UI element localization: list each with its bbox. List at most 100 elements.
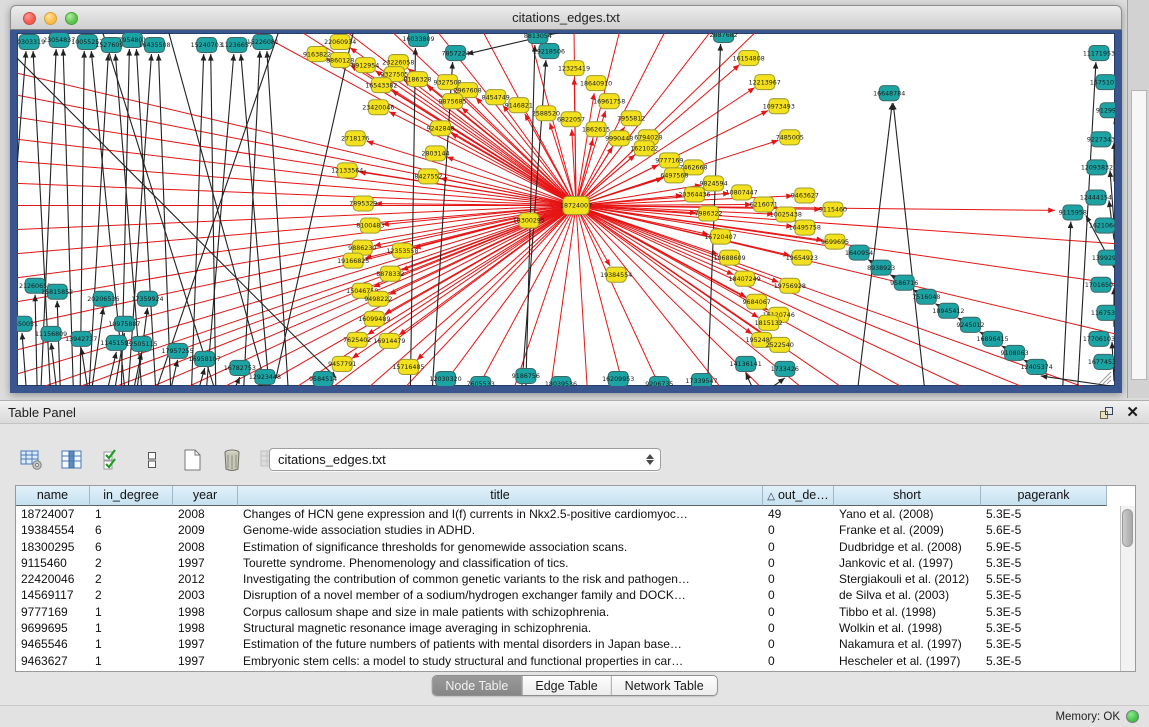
table-row[interactable]: 2242004622012Investigating the contribut… [16, 571, 1120, 587]
new-column-icon[interactable] [178, 447, 205, 473]
table-cell[interactable]: 1 [90, 653, 173, 669]
tab-node-table[interactable]: Node Table [432, 676, 522, 695]
table-cell[interactable]: 1 [90, 604, 173, 620]
table-selector-dropdown[interactable]: citations_edges.txt [269, 448, 661, 471]
table-cell[interactable]: de Silva et al. (2003) [834, 587, 981, 603]
close-button[interactable] [23, 12, 36, 25]
table-cell[interactable]: Disruption of a novel member of a sodium… [238, 587, 763, 603]
table-cell[interactable]: 5.3E-5 [981, 653, 1107, 669]
table-row[interactable]: 946362711997Embryonic stem cells: a mode… [16, 653, 1120, 669]
table-cell[interactable]: 9463627 [16, 653, 90, 669]
table-cell[interactable]: 1998 [173, 620, 238, 636]
close-panel-icon[interactable]: ✕ [1126, 401, 1139, 424]
table-cell[interactable]: 0 [763, 522, 834, 538]
table-row[interactable]: 1872400712008Changes of HCN gene express… [16, 506, 1120, 522]
table-row[interactable]: 946554611997Estimation of the future num… [16, 636, 1120, 652]
table-cell[interactable]: Corpus callosum shape and size in male p… [238, 604, 763, 620]
table-cell[interactable]: 2012 [173, 571, 238, 587]
table-cell[interactable]: 5.9E-5 [981, 539, 1107, 555]
table-cell[interactable]: 5.3E-5 [981, 636, 1107, 652]
table-cell[interactable]: 0 [763, 620, 834, 636]
table-cell[interactable]: 9699695 [16, 620, 90, 636]
table-cell[interactable]: 18300295 [16, 539, 90, 555]
table-cell[interactable]: 9465546 [16, 636, 90, 652]
table-cell[interactable]: 0 [763, 636, 834, 652]
table-cell[interactable]: 2 [90, 555, 173, 571]
table-cell[interactable]: Embryonic stem cells: a model to study s… [238, 653, 763, 669]
column-header-year[interactable]: year [173, 486, 238, 506]
table-cell[interactable]: 0 [763, 571, 834, 587]
minimize-button[interactable] [44, 12, 57, 25]
table-row[interactable]: 911546021997Tourette syndrome. Phenomeno… [16, 555, 1120, 571]
table-cell[interactable]: 1997 [173, 555, 238, 571]
tab-edge-table[interactable]: Edge Table [522, 676, 611, 695]
table-row[interactable]: 977716911998Corpus callosum shape and si… [16, 604, 1120, 620]
table-cell[interactable]: Changes of HCN gene expression and I(f) … [238, 506, 763, 522]
table-cell[interactable]: 2 [90, 571, 173, 587]
column-header-short[interactable]: short [834, 486, 981, 506]
table-settings-icon[interactable] [18, 447, 45, 473]
table-cell[interactable]: 1998 [173, 604, 238, 620]
column-header-in_degree[interactable]: in_degree [90, 486, 173, 506]
table-cell[interactable]: Hescheler et al. (1997) [834, 653, 981, 669]
table-cell[interactable]: Stergiakouli et al. (2012) [834, 571, 981, 587]
table-cell[interactable]: Wolkin et al. (1998) [834, 620, 981, 636]
table-cell[interactable]: Jankovic et al. (1997) [834, 555, 981, 571]
table-row[interactable]: 1456911722003Disruption of a novel membe… [16, 587, 1120, 603]
table-cell[interactable]: 5.3E-5 [981, 587, 1107, 603]
table-cell[interactable]: 0 [763, 604, 834, 620]
table-cell[interactable]: 22420046 [16, 571, 90, 587]
table-cell[interactable]: 2 [90, 587, 173, 603]
table-cell[interactable]: 18724007 [16, 506, 90, 522]
table-cell[interactable]: 1997 [173, 653, 238, 669]
table-cell[interactable]: 0 [763, 555, 834, 571]
table-cell[interactable]: 5.5E-5 [981, 571, 1107, 587]
table-cell[interactable]: 1 [90, 620, 173, 636]
table-cell[interactable]: 2008 [173, 506, 238, 522]
table-cell[interactable]: 19384554 [16, 522, 90, 538]
table-cell[interactable]: 0 [763, 653, 834, 669]
select-rows-icon[interactable] [98, 447, 125, 473]
table-cell[interactable]: 6 [90, 522, 173, 538]
table-row[interactable]: 1830029562008Estimation of significance … [16, 539, 1120, 555]
table-cell[interactable]: 2009 [173, 522, 238, 538]
table-row[interactable]: 969969511998Structural magnetic resonanc… [16, 620, 1120, 636]
table-cell[interactable]: Genome-wide association studies in ADHD. [238, 522, 763, 538]
table-cell[interactable]: 5.3E-5 [981, 604, 1107, 620]
table-cell[interactable]: 1997 [173, 636, 238, 652]
delete-column-icon[interactable] [218, 447, 245, 473]
table-cell[interactable]: 1 [90, 636, 173, 652]
table-cell[interactable]: 14569117 [16, 587, 90, 603]
table-cell[interactable]: 1 [90, 506, 173, 522]
column-header-out_de[interactable]: △out_de… [763, 486, 834, 506]
table-cell[interactable]: 5.3E-5 [981, 506, 1107, 522]
table-cell[interactable]: Tourette syndrome. Phenomenology and cla… [238, 555, 763, 571]
table-cell[interactable]: 9777169 [16, 604, 90, 620]
column-visibility-icon[interactable] [58, 447, 85, 473]
table-scrollbar[interactable] [1120, 506, 1135, 671]
table-cell[interactable]: Tibbo et al. (1998) [834, 604, 981, 620]
table-cell[interactable]: 6 [90, 539, 173, 555]
column-header-name[interactable]: name [16, 486, 90, 506]
table-cell[interactable]: 5.6E-5 [981, 522, 1107, 538]
table-cell[interactable]: Yano et al. (2008) [834, 506, 981, 522]
scrollbar-thumb[interactable] [1122, 509, 1133, 547]
window-titlebar[interactable]: citations_edges.txt [10, 5, 1122, 30]
column-header-title[interactable]: title [238, 486, 763, 506]
table-cell[interactable]: Structural magnetic resonance image aver… [238, 620, 763, 636]
float-panel-icon[interactable] [1099, 406, 1114, 420]
table-cell[interactable]: 0 [763, 587, 834, 603]
table-cell[interactable]: Franke et al. (2009) [834, 522, 981, 538]
table-cell[interactable]: 5.3E-5 [981, 620, 1107, 636]
table-cell[interactable]: 9115460 [16, 555, 90, 571]
row-height-icon[interactable] [138, 447, 165, 473]
table-cell[interactable]: Investigating the contribution of common… [238, 571, 763, 587]
table-cell[interactable]: Dudbridge et al. (2008) [834, 539, 981, 555]
table-cell[interactable]: 2008 [173, 539, 238, 555]
zoom-button[interactable] [65, 12, 78, 25]
tab-network-table[interactable]: Network Table [612, 676, 717, 695]
table-cell[interactable]: Nakamura et al. (1997) [834, 636, 981, 652]
network-canvas[interactable]: 9163822886012889129542322605893275051654… [17, 33, 1115, 386]
table-cell[interactable]: 2003 [173, 587, 238, 603]
table-cell[interactable]: Estimation of the future numbers of pati… [238, 636, 763, 652]
